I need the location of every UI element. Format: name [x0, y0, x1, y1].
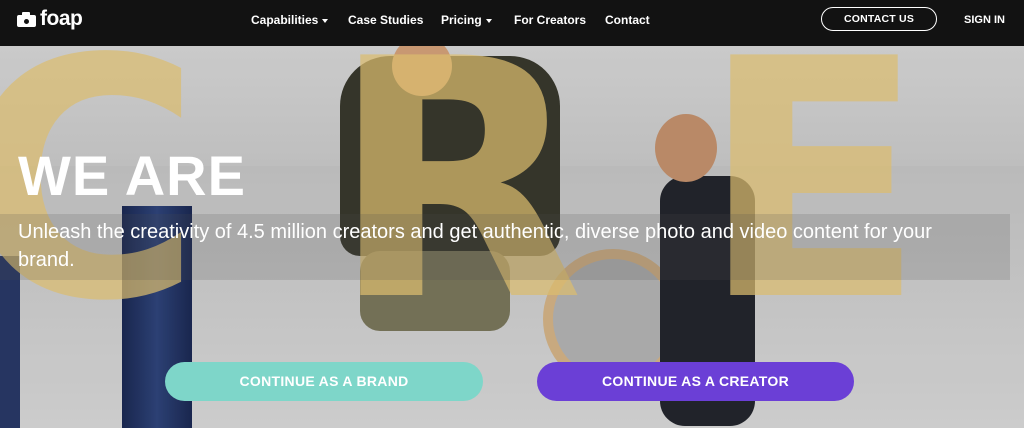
caret-down-icon	[485, 18, 492, 23]
logo-text: foap	[40, 7, 83, 30]
hero-section: C R E WE ARE Unleash the creativity of 4…	[0, 46, 1024, 428]
top-navbar: foap Capabilities Case Studies Pricing F…	[0, 0, 1024, 46]
hero-subtitle: Unleash the creativity of 4.5 million cr…	[18, 221, 932, 271]
hero-headline: WE ARE	[18, 144, 246, 207]
nav-item-pricing[interactable]: Pricing	[441, 12, 492, 28]
continue-as-brand-button[interactable]: CONTINUE AS A BRAND	[165, 362, 483, 401]
sign-in-link[interactable]: SIGN IN	[964, 12, 1005, 28]
continue-as-creator-button[interactable]: CONTINUE AS A CREATOR	[537, 362, 854, 401]
camera-icon	[17, 11, 36, 27]
nav-item-capabilities[interactable]: Capabilities	[251, 12, 329, 28]
foap-logo[interactable]: foap	[17, 7, 83, 31]
nav-item-for-creators[interactable]: For Creators	[514, 12, 586, 28]
contact-us-button[interactable]: CONTACT US	[821, 7, 937, 31]
nav-item-contact[interactable]: Contact	[605, 12, 650, 28]
nav-item-case-studies[interactable]: Case Studies	[348, 12, 423, 28]
caret-down-icon	[322, 18, 329, 23]
